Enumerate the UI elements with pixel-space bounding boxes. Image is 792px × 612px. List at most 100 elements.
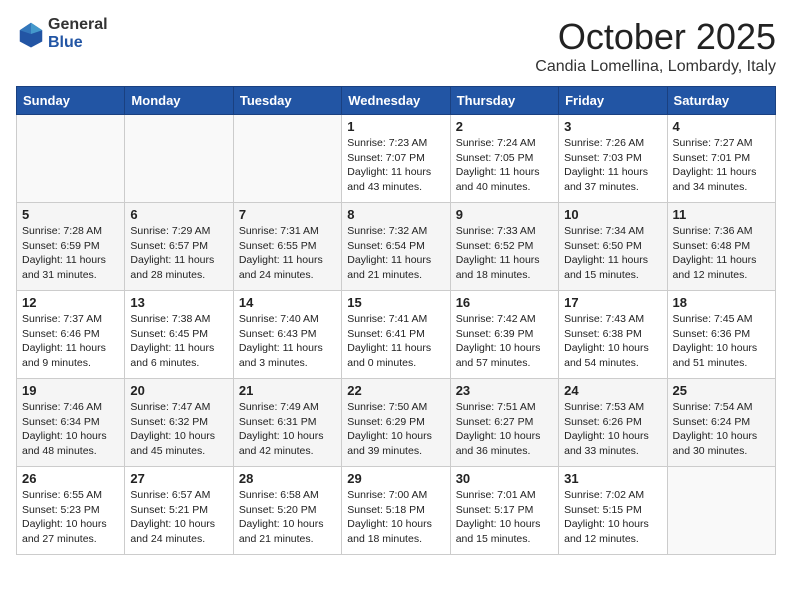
calendar-cell: 24Sunrise: 7:53 AMSunset: 6:26 PMDayligh… [559,379,667,467]
day-info: Daylight: 11 hours and 12 minutes. [673,253,770,282]
day-info: Sunset: 6:57 PM [130,239,227,254]
calendar-cell: 5Sunrise: 7:28 AMSunset: 6:59 PMDaylight… [17,203,125,291]
logo-blue-text: Blue [48,34,83,51]
day-number: 12 [22,295,119,310]
day-number: 15 [347,295,444,310]
day-info: Sunrise: 6:57 AM [130,488,227,503]
calendar-cell: 31Sunrise: 7:02 AMSunset: 5:15 PMDayligh… [559,467,667,555]
day-info: Sunset: 7:03 PM [564,151,661,166]
day-info: Sunset: 6:31 PM [239,415,336,430]
day-number: 26 [22,471,119,486]
day-info: Sunrise: 7:43 AM [564,312,661,327]
day-info: Daylight: 11 hours and 28 minutes. [130,253,227,282]
calendar-cell [125,115,233,203]
day-info: Sunrise: 7:28 AM [22,224,119,239]
day-info: Daylight: 11 hours and 34 minutes. [673,165,770,194]
day-info: Sunrise: 7:02 AM [564,488,661,503]
day-info: Daylight: 10 hours and 45 minutes. [130,429,227,458]
week-row-3: 12Sunrise: 7:37 AMSunset: 6:46 PMDayligh… [17,291,776,379]
calendar-cell [667,467,775,555]
day-info: Sunset: 5:18 PM [347,503,444,518]
calendar-cell: 18Sunrise: 7:45 AMSunset: 6:36 PMDayligh… [667,291,775,379]
calendar-cell: 30Sunrise: 7:01 AMSunset: 5:17 PMDayligh… [450,467,558,555]
calendar-cell: 3Sunrise: 7:26 AMSunset: 7:03 PMDaylight… [559,115,667,203]
page-header: General Blue October 2025 Candia Lomelli… [16,16,776,76]
calendar-cell: 15Sunrise: 7:41 AMSunset: 6:41 PMDayligh… [342,291,450,379]
title-block: October 2025 Candia Lomellina, Lombardy,… [535,16,776,76]
day-info: Daylight: 11 hours and 15 minutes. [564,253,661,282]
day-number: 16 [456,295,553,310]
calendar-cell: 4Sunrise: 7:27 AMSunset: 7:01 PMDaylight… [667,115,775,203]
weekday-header-thursday: Thursday [450,87,558,115]
day-number: 13 [130,295,227,310]
calendar-cell: 29Sunrise: 7:00 AMSunset: 5:18 PMDayligh… [342,467,450,555]
day-info: Sunset: 6:39 PM [456,327,553,342]
day-info: Daylight: 11 hours and 40 minutes. [456,165,553,194]
day-info: Sunset: 6:26 PM [564,415,661,430]
calendar-cell: 13Sunrise: 7:38 AMSunset: 6:45 PMDayligh… [125,291,233,379]
day-info: Daylight: 10 hours and 39 minutes. [347,429,444,458]
day-info: Daylight: 10 hours and 30 minutes. [673,429,770,458]
day-info: Sunrise: 7:46 AM [22,400,119,415]
logo-general-text: General [48,16,108,33]
calendar-cell: 19Sunrise: 7:46 AMSunset: 6:34 PMDayligh… [17,379,125,467]
day-number: 23 [456,383,553,398]
day-info: Sunrise: 7:01 AM [456,488,553,503]
day-info: Sunset: 6:34 PM [22,415,119,430]
day-info: Daylight: 11 hours and 43 minutes. [347,165,444,194]
calendar-cell: 6Sunrise: 7:29 AMSunset: 6:57 PMDaylight… [125,203,233,291]
month-title: October 2025 [535,16,776,58]
day-info: Sunrise: 7:54 AM [673,400,770,415]
day-info: Sunrise: 7:34 AM [564,224,661,239]
day-info: Sunset: 6:54 PM [347,239,444,254]
day-info: Sunset: 6:45 PM [130,327,227,342]
day-info: Daylight: 10 hours and 12 minutes. [564,517,661,546]
day-info: Sunset: 6:29 PM [347,415,444,430]
day-info: Daylight: 11 hours and 31 minutes. [22,253,119,282]
day-info: Daylight: 10 hours and 21 minutes. [239,517,336,546]
day-info: Sunrise: 7:23 AM [347,136,444,151]
week-row-5: 26Sunrise: 6:55 AMSunset: 5:23 PMDayligh… [17,467,776,555]
day-info: Daylight: 11 hours and 37 minutes. [564,165,661,194]
day-info: Sunrise: 7:38 AM [130,312,227,327]
calendar-cell [233,115,341,203]
week-row-2: 5Sunrise: 7:28 AMSunset: 6:59 PMDaylight… [17,203,776,291]
day-info: Sunrise: 7:31 AM [239,224,336,239]
calendar-cell: 10Sunrise: 7:34 AMSunset: 6:50 PMDayligh… [559,203,667,291]
day-info: Daylight: 10 hours and 33 minutes. [564,429,661,458]
day-info: Sunrise: 7:51 AM [456,400,553,415]
calendar-cell: 12Sunrise: 7:37 AMSunset: 6:46 PMDayligh… [17,291,125,379]
location-title: Candia Lomellina, Lombardy, Italy [535,58,776,76]
day-info: Sunrise: 7:29 AM [130,224,227,239]
day-info: Sunset: 7:05 PM [456,151,553,166]
day-info: Sunset: 6:24 PM [673,415,770,430]
day-number: 8 [347,207,444,222]
day-number: 17 [564,295,661,310]
calendar-cell: 21Sunrise: 7:49 AMSunset: 6:31 PMDayligh… [233,379,341,467]
day-info: Daylight: 10 hours and 36 minutes. [456,429,553,458]
logo-icon [16,19,46,49]
day-info: Sunset: 5:15 PM [564,503,661,518]
day-info: Sunrise: 7:53 AM [564,400,661,415]
day-number: 2 [456,119,553,134]
day-info: Sunset: 7:07 PM [347,151,444,166]
day-info: Sunset: 5:20 PM [239,503,336,518]
day-info: Daylight: 10 hours and 54 minutes. [564,341,661,370]
weekday-header-row: SundayMondayTuesdayWednesdayThursdayFrid… [17,87,776,115]
day-info: Sunrise: 7:40 AM [239,312,336,327]
day-info: Daylight: 10 hours and 57 minutes. [456,341,553,370]
day-number: 9 [456,207,553,222]
day-info: Sunrise: 7:37 AM [22,312,119,327]
day-info: Sunset: 5:23 PM [22,503,119,518]
calendar-cell: 16Sunrise: 7:42 AMSunset: 6:39 PMDayligh… [450,291,558,379]
day-info: Sunrise: 7:49 AM [239,400,336,415]
calendar-cell: 7Sunrise: 7:31 AMSunset: 6:55 PMDaylight… [233,203,341,291]
day-info: Sunset: 6:32 PM [130,415,227,430]
day-number: 11 [673,207,770,222]
calendar-cell: 22Sunrise: 7:50 AMSunset: 6:29 PMDayligh… [342,379,450,467]
day-info: Sunrise: 7:47 AM [130,400,227,415]
day-number: 10 [564,207,661,222]
day-number: 29 [347,471,444,486]
day-number: 14 [239,295,336,310]
calendar-cell: 9Sunrise: 7:33 AMSunset: 6:52 PMDaylight… [450,203,558,291]
